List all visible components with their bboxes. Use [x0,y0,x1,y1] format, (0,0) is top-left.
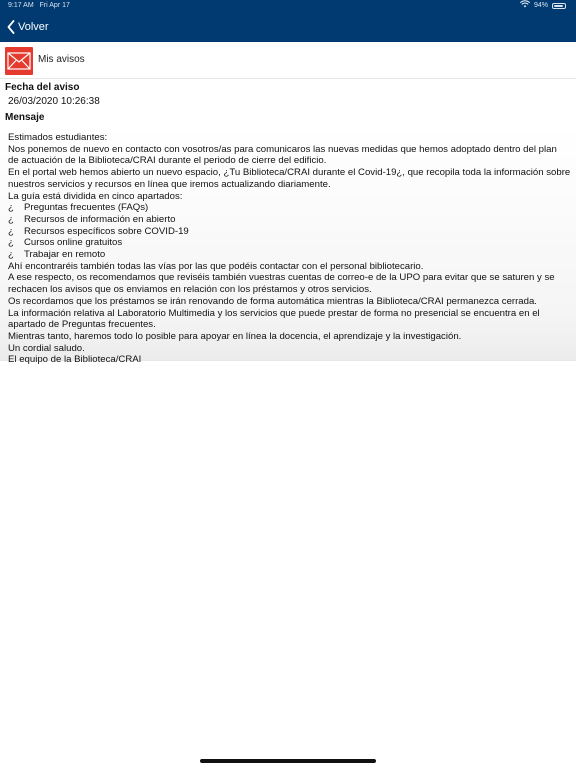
list-item: Trabajar en remoto [24,249,106,260]
message-label: Mensaje [5,112,45,123]
message-body: Estimados estudiantes: Nos ponemos de nu… [0,127,576,365]
bullet-marker: ¿ [8,249,14,260]
message-line: Os recordamos que los préstamos se irán … [8,295,537,307]
status-time-date: 9:17 AM Fri Apr 17 [8,0,70,12]
bullet-marker: ¿ [8,202,14,214]
message-line: Nos ponemos de nuevo en contacto con vos… [8,143,557,155]
back-button[interactable]: Volver [7,20,49,34]
list-item: Cursos online gratuitos [24,237,123,249]
message-line: Estimados estudiantes: [8,132,108,143]
back-button-label: Volver [18,21,49,33]
message-line: La información relativa al Laboratorio M… [8,307,540,319]
battery-icon [552,3,566,9]
status-time: 9:17 AM [8,2,34,9]
list-item: Preguntas frecuentes (FAQs) [24,202,149,214]
section-title: Mis avisos [38,54,85,65]
chevron-left-icon [7,20,15,34]
message-line: nuestros servicios y recursos en línea q… [8,178,331,190]
message-line: En el portal web hemos abierto un nuevo … [8,167,571,179]
date-label: Fecha del aviso [5,82,80,93]
message-line: Ahí encontraréis también todas las vías … [8,260,424,272]
date-value: 26/03/2020 10:26:38 [8,96,100,107]
message-line: de actuación de la Biblioteca/CRAI duran… [8,155,327,167]
status-date: Fri Apr 17 [39,2,70,9]
home-indicator[interactable] [200,759,376,763]
bullet-marker: ¿ [8,237,14,249]
section-header: Mis avisos [0,44,576,79]
list-item: Recursos específicos sobre COVID-19 [24,225,189,237]
message-line: La guía está dividida en cinco apartados… [8,190,183,202]
battery-percent: 94% [533,2,548,9]
status-bar: 9:17 AM Fri Apr 17 94% [0,0,576,12]
message-line: El equipo de la Biblioteca/CRAI [8,354,142,366]
mail-icon [5,47,33,75]
message-line: apartado de Preguntas frecuentes. [8,319,156,331]
status-indicators: 94% [519,0,566,12]
message-line: Mientras tanto, haremos todo lo posible … [8,330,462,342]
message-line: A ese respecto, os recomendamos que revi… [8,272,555,284]
wifi-icon [519,0,531,12]
message-line: rechacen los avisos que os enviamos en r… [8,284,372,296]
battery-fill [554,5,563,7]
message-line: Un cordial saludo. [8,342,85,354]
bullet-marker: ¿ [8,213,14,225]
navigation-bar: Volver [0,12,576,42]
list-item: Recursos de información en abierto [24,213,176,225]
bullet-marker: ¿ [8,225,14,237]
